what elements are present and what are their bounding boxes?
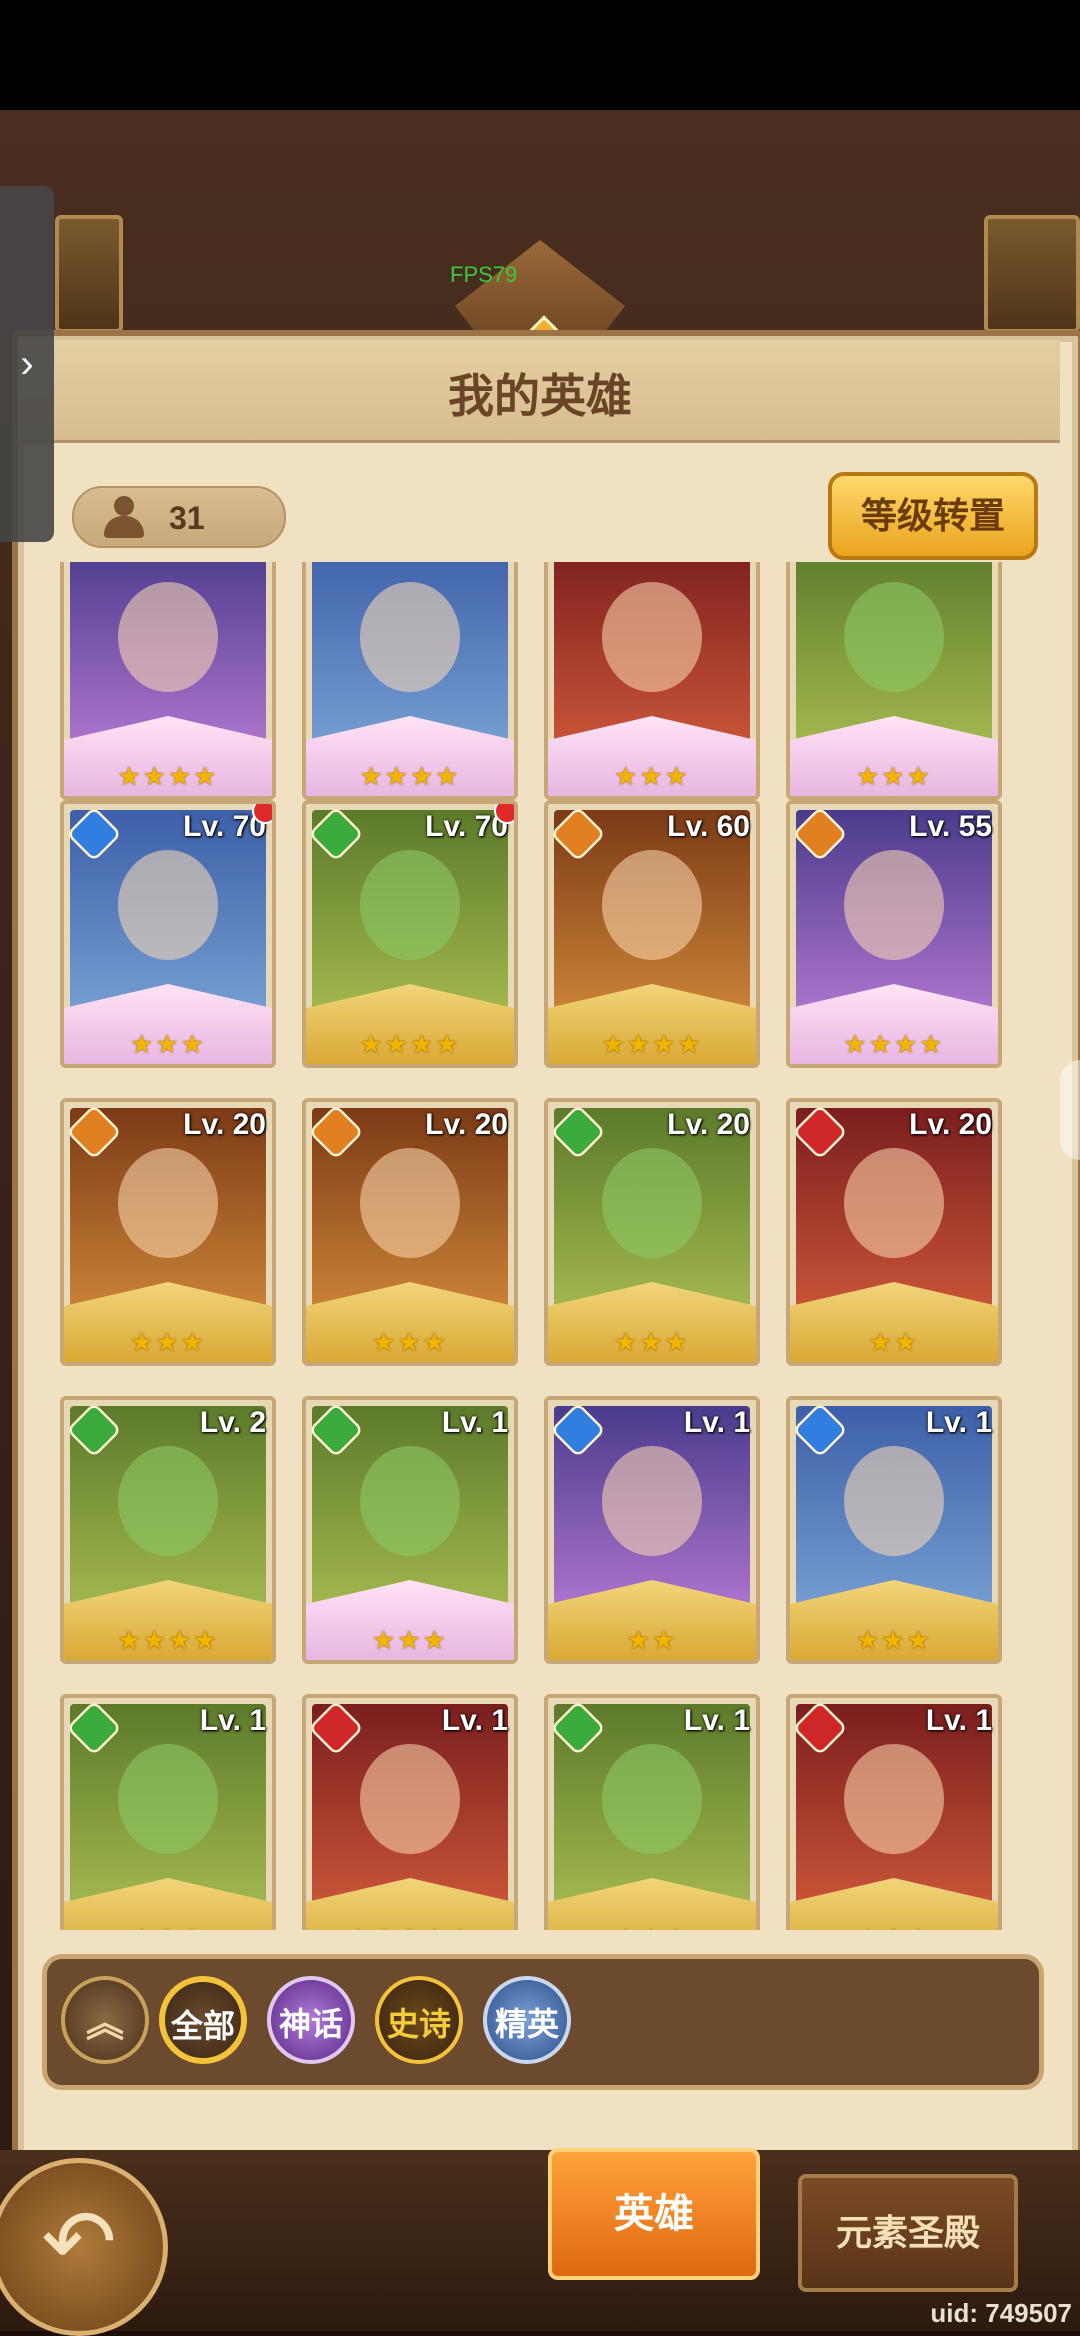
notification-dot (252, 804, 272, 824)
hero-card[interactable]: ★★★ Lv. 1 (544, 1694, 760, 1930)
hero-level: Lv. 1 (683, 1704, 750, 1737)
star-rating: ★★★★★ (306, 1923, 514, 1930)
user-id: uid: 749507 (930, 2298, 1072, 2328)
star-rating: ★★★ (614, 1327, 690, 1357)
hero-card[interactable]: ★★★ Lv. 20 (544, 1098, 760, 1366)
hero-level: Lv. 20 (667, 1108, 750, 1141)
filter-epic-button[interactable]: 史诗 (375, 1976, 463, 2064)
hero-face (844, 582, 944, 692)
hero-card[interactable]: ★★★★ Lv. 70 (302, 800, 518, 1068)
star-rating: ★★★ (856, 761, 932, 791)
hero-face (602, 850, 702, 960)
star-rating: ★★★ (790, 1923, 998, 1930)
hero-face (602, 1148, 702, 1258)
hero-level: Lv. 1 (925, 1704, 992, 1737)
hero-level: Lv. 20 (909, 1108, 992, 1141)
star-rating: ★★★★ (843, 1029, 945, 1059)
hero-face (360, 1148, 460, 1258)
star-rating: ★★★★ (117, 761, 219, 791)
hero-level: Lv. 55 (909, 810, 992, 843)
star-rating: ★★★ (130, 1327, 206, 1357)
hero-face (602, 1446, 702, 1556)
star-rating: ★★★★ (359, 761, 461, 791)
star-rating: ★★★ (856, 1625, 932, 1655)
hero-face (844, 1446, 944, 1556)
hero-level: Lv. 1 (441, 1406, 508, 1439)
hero-level: Lv. 20 (183, 1108, 266, 1141)
star-rating: ★★★ (614, 761, 690, 791)
hero-card[interactable]: ★★★★ Lv. 55 (786, 800, 1002, 1068)
side-drawer-tab[interactable]: › (0, 186, 54, 542)
left-pillar-decoration (55, 215, 123, 333)
hero-face (118, 850, 218, 960)
hero-face (360, 582, 460, 692)
hero-level: Lv. 1 (441, 1704, 508, 1737)
right-pillar-decoration (984, 215, 1080, 333)
hero-face (118, 1744, 218, 1854)
hero-card[interactable]: ★★★★ Lv. 2 (60, 1396, 276, 1664)
star-rating: ★★★★ (601, 1029, 703, 1059)
filter-mythic-button[interactable]: 神话 (267, 1976, 355, 2064)
hero-card[interactable]: ★★★★ (302, 562, 518, 800)
status-bar (0, 0, 1080, 110)
hero-card[interactable]: ★★★ Lv. 1 (786, 1396, 1002, 1664)
hero-card[interactable]: ★★★★ Lv. 60 (544, 800, 760, 1068)
filter-elite-button[interactable]: 精英 (483, 1976, 571, 2064)
hero-level: Lv. 1 (925, 1406, 992, 1439)
hero-level: Lv. 20 (425, 1108, 508, 1141)
hero-card[interactable]: ★★★ Lv. 1 (302, 1396, 518, 1664)
star-rating: ★★★ (548, 1923, 756, 1930)
hero-level: Lv. 1 (199, 1704, 266, 1737)
hero-face (844, 850, 944, 960)
hero-level: Lv. 2 (199, 1406, 266, 1439)
tab-heroes[interactable]: 英雄 (548, 2148, 760, 2280)
chevron-right-icon: › (20, 342, 34, 386)
hero-face (360, 850, 460, 960)
hero-face (360, 1446, 460, 1556)
hero-face (602, 582, 702, 692)
hero-card[interactable]: ★★★ Lv. 1 (60, 1694, 276, 1930)
person-icon (104, 496, 144, 538)
hero-face (602, 1744, 702, 1854)
notification-dot (494, 804, 514, 824)
hero-card[interactable]: ★★ Lv. 1 (544, 1396, 760, 1664)
hero-face (844, 1744, 944, 1854)
hero-card[interactable]: ★★★ Lv. 1 (786, 1694, 1002, 1930)
hero-count: 31 (169, 500, 205, 536)
hero-level: Lv. 1 (683, 1406, 750, 1439)
rarity-filter-bar: ︽ 全部 神话 史诗 精英 (42, 1954, 1044, 2090)
hero-card[interactable]: ★★★★ (60, 562, 276, 800)
star-rating: ★★★ (64, 1923, 272, 1930)
hero-level: Lv. 60 (667, 810, 750, 843)
hero-card[interactable]: ★★★★★ Lv. 1 (302, 1694, 518, 1930)
level-reset-button[interactable]: 等级转置 (828, 472, 1038, 560)
hero-card[interactable]: ★★ Lv. 20 (786, 1098, 1002, 1366)
star-rating: ★★ (868, 1327, 920, 1357)
hero-card[interactable]: ★★★ Lv. 20 (302, 1098, 518, 1366)
hero-face (118, 1446, 218, 1556)
hero-face (844, 1148, 944, 1258)
hero-card[interactable]: ★★★ Lv. 70 (60, 800, 276, 1068)
hero-card[interactable]: ★★★ Lv. 20 (60, 1098, 276, 1366)
collapse-up-button[interactable]: ︽ (61, 1976, 149, 2064)
star-rating: ★★★★ (117, 1625, 219, 1655)
hero-grid: ★★★★ ★★★★ ★★★ ★★★ ★★★ Lv. 70 ★★★★ Lv. 70 ★★★★ Lv.… (60, 562, 1022, 1930)
hero-card[interactable]: ★★★ (786, 562, 1002, 800)
tab-element-temple[interactable]: 元素圣殿 (798, 2174, 1018, 2292)
star-rating: ★★★ (372, 1327, 448, 1357)
star-rating: ★★★★ (359, 1029, 461, 1059)
hero-count-pill: 31 (72, 486, 286, 548)
hero-face (360, 1744, 460, 1854)
hero-face (118, 582, 218, 692)
hero-card[interactable]: ★★★ (544, 562, 760, 800)
back-arrow-icon: ↶ (41, 2193, 117, 2293)
star-rating: ★★★ (372, 1625, 448, 1655)
star-rating: ★★ (626, 1625, 678, 1655)
fps-counter: FPS79 (450, 262, 518, 287)
hero-face (118, 1148, 218, 1258)
star-rating: ★★★ (130, 1029, 206, 1059)
right-edge-handle[interactable] (1060, 1060, 1080, 1160)
filter-all-button[interactable]: 全部 (159, 1976, 247, 2064)
page-title: 我的英雄 (448, 370, 632, 422)
